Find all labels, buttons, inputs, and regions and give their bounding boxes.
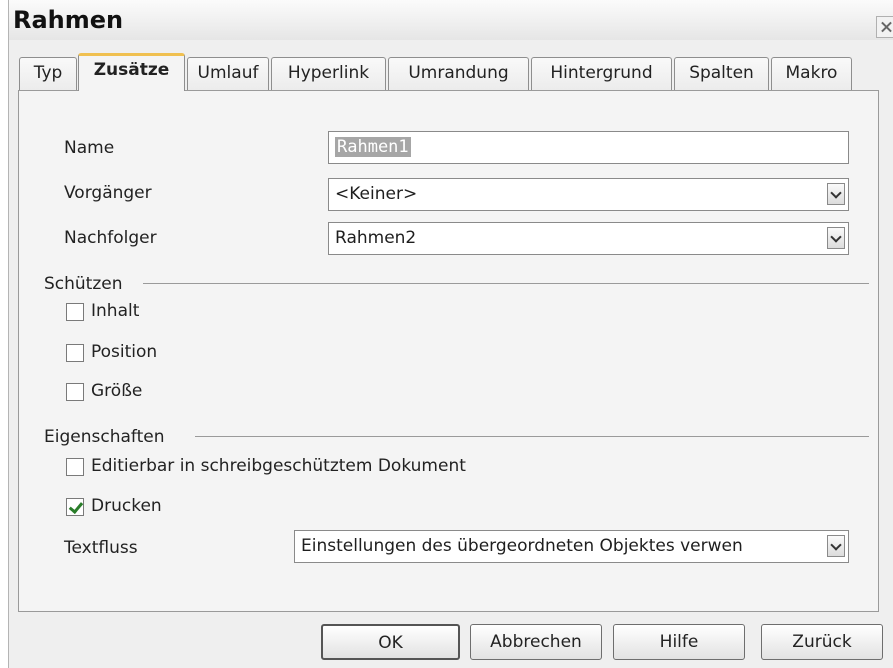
editable-checkbox[interactable] — [66, 458, 84, 476]
close-icon[interactable] — [876, 16, 893, 38]
tab-umrandung[interactable]: Umrandung — [388, 57, 529, 90]
title-bar[interactable]: Rahmen — [9, 0, 893, 40]
chevron-down-icon[interactable] — [827, 535, 845, 557]
ok-button[interactable]: OK — [321, 624, 460, 660]
cancel-button[interactable]: Abbrechen — [470, 624, 602, 660]
tab-hintergrund[interactable]: Hintergrund — [531, 57, 672, 90]
size-label: Größe — [91, 381, 143, 401]
previous-label: Vorgänger — [64, 183, 152, 203]
size-checkbox[interactable] — [66, 383, 84, 401]
print-checkbox[interactable] — [66, 498, 84, 516]
reset-button[interactable]: Zurück — [761, 624, 883, 660]
position-checkbox[interactable] — [66, 344, 84, 362]
position-label: Position — [91, 342, 158, 362]
editable-label: Editierbar in schreibgeschütztem Dokumen… — [91, 456, 466, 476]
next-label: Nachfolger — [64, 228, 157, 248]
frame-dialog: Rahmen Typ Zusätze Umlauf Hyperlink Umra… — [8, 0, 893, 668]
tab-typ[interactable]: Typ — [19, 57, 77, 90]
previous-value: <Keiner> — [335, 184, 418, 204]
dialog-title: Rahmen — [13, 6, 124, 34]
protect-heading: Schützen — [44, 274, 123, 294]
properties-heading: Eigenschaften — [44, 427, 165, 447]
name-label: Name — [64, 138, 115, 158]
chevron-down-icon[interactable] — [827, 227, 845, 249]
tab-spalten[interactable]: Spalten — [674, 57, 769, 90]
textflow-value: Einstellungen des übergeordneten Objekte… — [301, 536, 743, 556]
previous-select[interactable]: <Keiner> — [328, 178, 849, 211]
next-value: Rahmen2 — [335, 228, 417, 248]
print-label: Drucken — [91, 496, 162, 516]
chevron-down-icon[interactable] — [827, 183, 845, 205]
tab-hyperlink[interactable]: Hyperlink — [271, 57, 386, 90]
properties-divider — [195, 436, 869, 437]
name-input[interactable]: Rahmen1 — [328, 131, 849, 164]
textflow-label: Textfluss — [64, 538, 138, 558]
tab-zusaetze[interactable]: Zusätze — [78, 53, 185, 91]
textflow-select[interactable]: Einstellungen des übergeordneten Objekte… — [294, 530, 849, 563]
tab-makro[interactable]: Makro — [771, 57, 852, 90]
name-value: Rahmen1 — [335, 137, 411, 157]
content-label: Inhalt — [91, 301, 140, 321]
tab-umlauf[interactable]: Umlauf — [187, 57, 269, 90]
help-button[interactable]: Hilfe — [613, 624, 745, 660]
next-select[interactable]: Rahmen2 — [328, 222, 849, 255]
protect-divider — [143, 283, 869, 284]
content-checkbox[interactable] — [66, 303, 84, 321]
